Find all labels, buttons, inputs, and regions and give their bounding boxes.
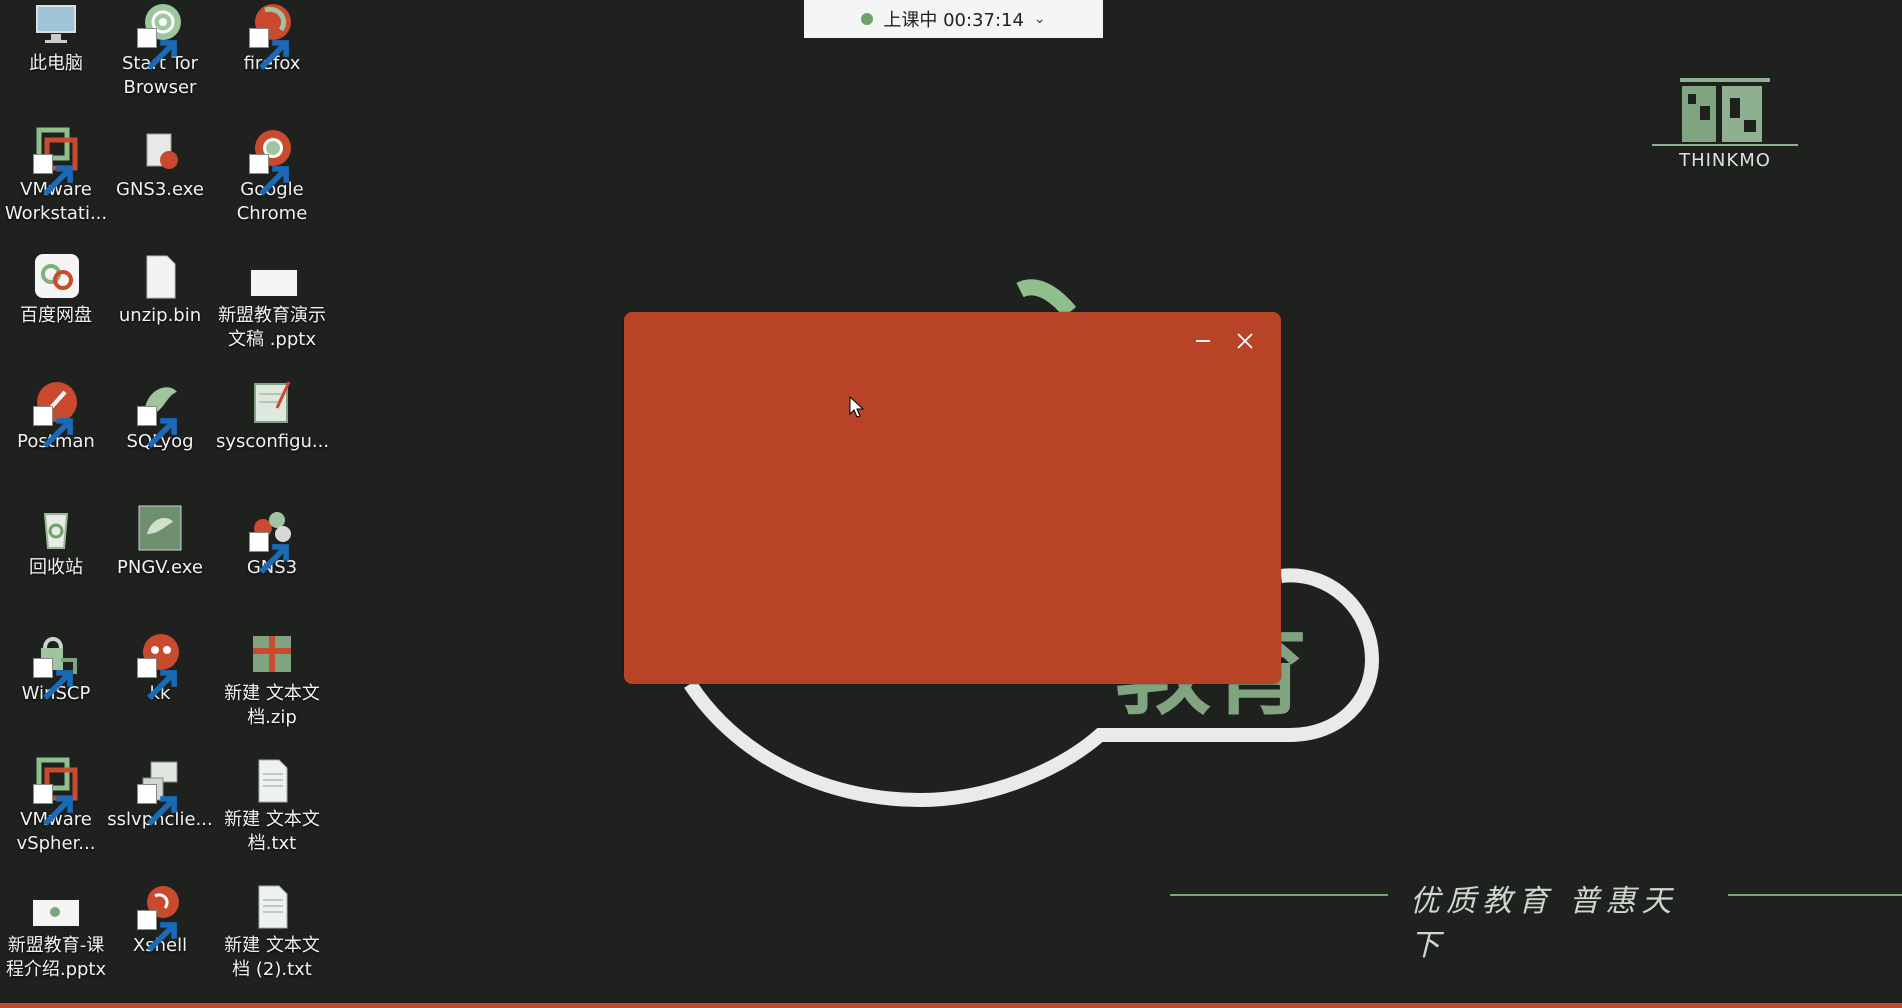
sslvpn-icon: [135, 756, 185, 826]
thinkmo-logo: THINKMO: [1652, 76, 1798, 172]
shortcut-arrow-icon: [249, 154, 289, 196]
gns3-exe-icon: [135, 126, 185, 176]
desktop-icon-label: 新建 文本文档.txt: [224, 809, 320, 854]
desktop-icon-label: 新建 文本文档.zip: [224, 683, 320, 728]
desktop-icon-gns3[interactable]: GNS3: [216, 504, 328, 580]
tor-icon: [135, 0, 185, 70]
winscp-icon: [31, 630, 81, 700]
shortcut-arrow-icon: [137, 28, 177, 70]
popup-window[interactable]: [624, 312, 1281, 684]
shortcut-arrow-icon: [33, 658, 73, 700]
shortcut-arrow-icon: [137, 658, 177, 700]
postman-icon: [31, 378, 81, 448]
desktop-icon-sysconfig[interactable]: sysconfigu...: [216, 378, 330, 454]
sqlyog-icon: [135, 378, 185, 448]
gns3-icon: [247, 504, 297, 574]
chrome-icon: [247, 126, 297, 196]
desktop-icon-pptx-demo[interactable]: 新盟教育演示文稿 .pptx: [216, 252, 328, 352]
slogan-text: 优质教育 普惠天下: [1410, 884, 1678, 963]
shortcut-arrow-icon: [137, 406, 177, 448]
slogan-divider-left: [1170, 894, 1388, 896]
zip-icon: [247, 630, 297, 680]
pptx-icon: [31, 882, 81, 932]
desktop-icon-xshell[interactable]: Xshell: [104, 882, 216, 958]
desktop-icon-recycle-bin[interactable]: 回收站: [0, 504, 112, 580]
shortcut-arrow-icon: [249, 532, 289, 574]
desktop-icon-txt-2[interactable]: 新建 文本文档 (2).txt: [216, 882, 328, 982]
minimize-icon: [1196, 340, 1210, 342]
vsphere-icon: [31, 756, 81, 826]
desktop-icon-winscp[interactable]: WinSCP: [0, 630, 112, 706]
desktop-icon-baidu-netdisk[interactable]: 百度网盘: [0, 252, 112, 328]
file-icon: [135, 252, 185, 302]
computer-icon: [31, 0, 81, 50]
desktop-icon-txt[interactable]: 新建 文本文档.txt: [216, 756, 328, 856]
class-timer-status: 上课中 00:37:14: [883, 10, 1024, 31]
txt-icon: [247, 756, 297, 806]
desktop-icon-label: GNS3.exe: [116, 179, 204, 200]
desktop-icon-kk[interactable]: kk: [104, 630, 216, 706]
brand-name: THINKMO: [1678, 150, 1771, 171]
kk-icon: [135, 630, 185, 700]
slogan-divider-right: [1728, 894, 1902, 896]
chevron-down-icon[interactable]: ⌄: [1034, 11, 1046, 27]
xshell-icon: [135, 882, 185, 952]
txt-icon: [247, 882, 297, 932]
taskbar-edge: [0, 1003, 1902, 1008]
desktop-icon-tor[interactable]: Start Tor Browser: [104, 0, 216, 100]
desktop-icon-label: 此电脑: [29, 53, 83, 74]
desktop-icon-sqlyog[interactable]: SQLyog: [104, 378, 216, 454]
png-icon: [135, 504, 185, 554]
shortcut-arrow-icon: [137, 784, 177, 826]
desktop-icon-label: 新盟教育-课程介绍.pptx: [5, 935, 107, 980]
shortcut-arrow-icon: [33, 784, 73, 826]
desktop-icon-zip[interactable]: 新建 文本文档.zip: [216, 630, 328, 730]
desktop-icon-chrome[interactable]: Google Chrome: [216, 126, 328, 226]
sysconfig-icon: [247, 378, 297, 428]
desktop-icon-label: PNGV.exe: [117, 557, 203, 578]
vmware-icon: [31, 126, 81, 196]
desktop-icon-label: 新建 文本文档 (2).txt: [224, 935, 320, 980]
desktop-icon-firefox[interactable]: firefox: [216, 0, 328, 76]
mouse-cursor-icon: [849, 396, 865, 418]
desktop-icon-unzip-bin[interactable]: unzip.bin: [104, 252, 216, 328]
desktop-icon-label: 新盟教育演示文稿 .pptx: [218, 305, 326, 350]
desktop-icon-label: sysconfigu...: [216, 431, 330, 452]
baidu-netdisk-icon: [31, 252, 81, 302]
desktop-icon-sslvpn[interactable]: sslvpnclie...: [104, 756, 216, 832]
shortcut-arrow-icon: [249, 28, 289, 70]
pptx-icon: [247, 252, 297, 302]
shortcut-arrow-icon: [137, 910, 177, 952]
recycle-bin-icon: [31, 504, 81, 554]
minimize-button[interactable]: [1188, 326, 1218, 356]
shortcut-arrow-icon: [33, 406, 73, 448]
desktop-icon-label: unzip.bin: [118, 305, 202, 326]
status-dot-icon: [861, 13, 874, 25]
desktop-icon-label: 回收站: [29, 557, 83, 578]
close-button[interactable]: [1230, 326, 1260, 356]
desktop-icon-vmware-workstation[interactable]: VMware Workstati...: [0, 126, 112, 226]
desktop-icon-gns3-exe[interactable]: GNS3.exe: [104, 126, 216, 202]
firefox-icon: [247, 0, 297, 70]
desktop-icon-vsphere[interactable]: VMware vSpher...: [0, 756, 112, 856]
desktop-icon-postman[interactable]: Postman: [0, 378, 112, 454]
shortcut-arrow-icon: [33, 154, 73, 196]
close-icon: [1237, 333, 1253, 349]
desktop-icon-label: 百度网盘: [20, 305, 92, 326]
desktop-icon-pngv[interactable]: PNGV.exe: [104, 504, 216, 580]
class-timer-bar[interactable]: 上课中 00:37:14 ⌄: [804, 0, 1103, 38]
desktop-icon-pptx-intro[interactable]: 新盟教育-课程介绍.pptx: [0, 882, 112, 982]
desktop-icon-this-pc[interactable]: 此电脑: [0, 0, 112, 76]
